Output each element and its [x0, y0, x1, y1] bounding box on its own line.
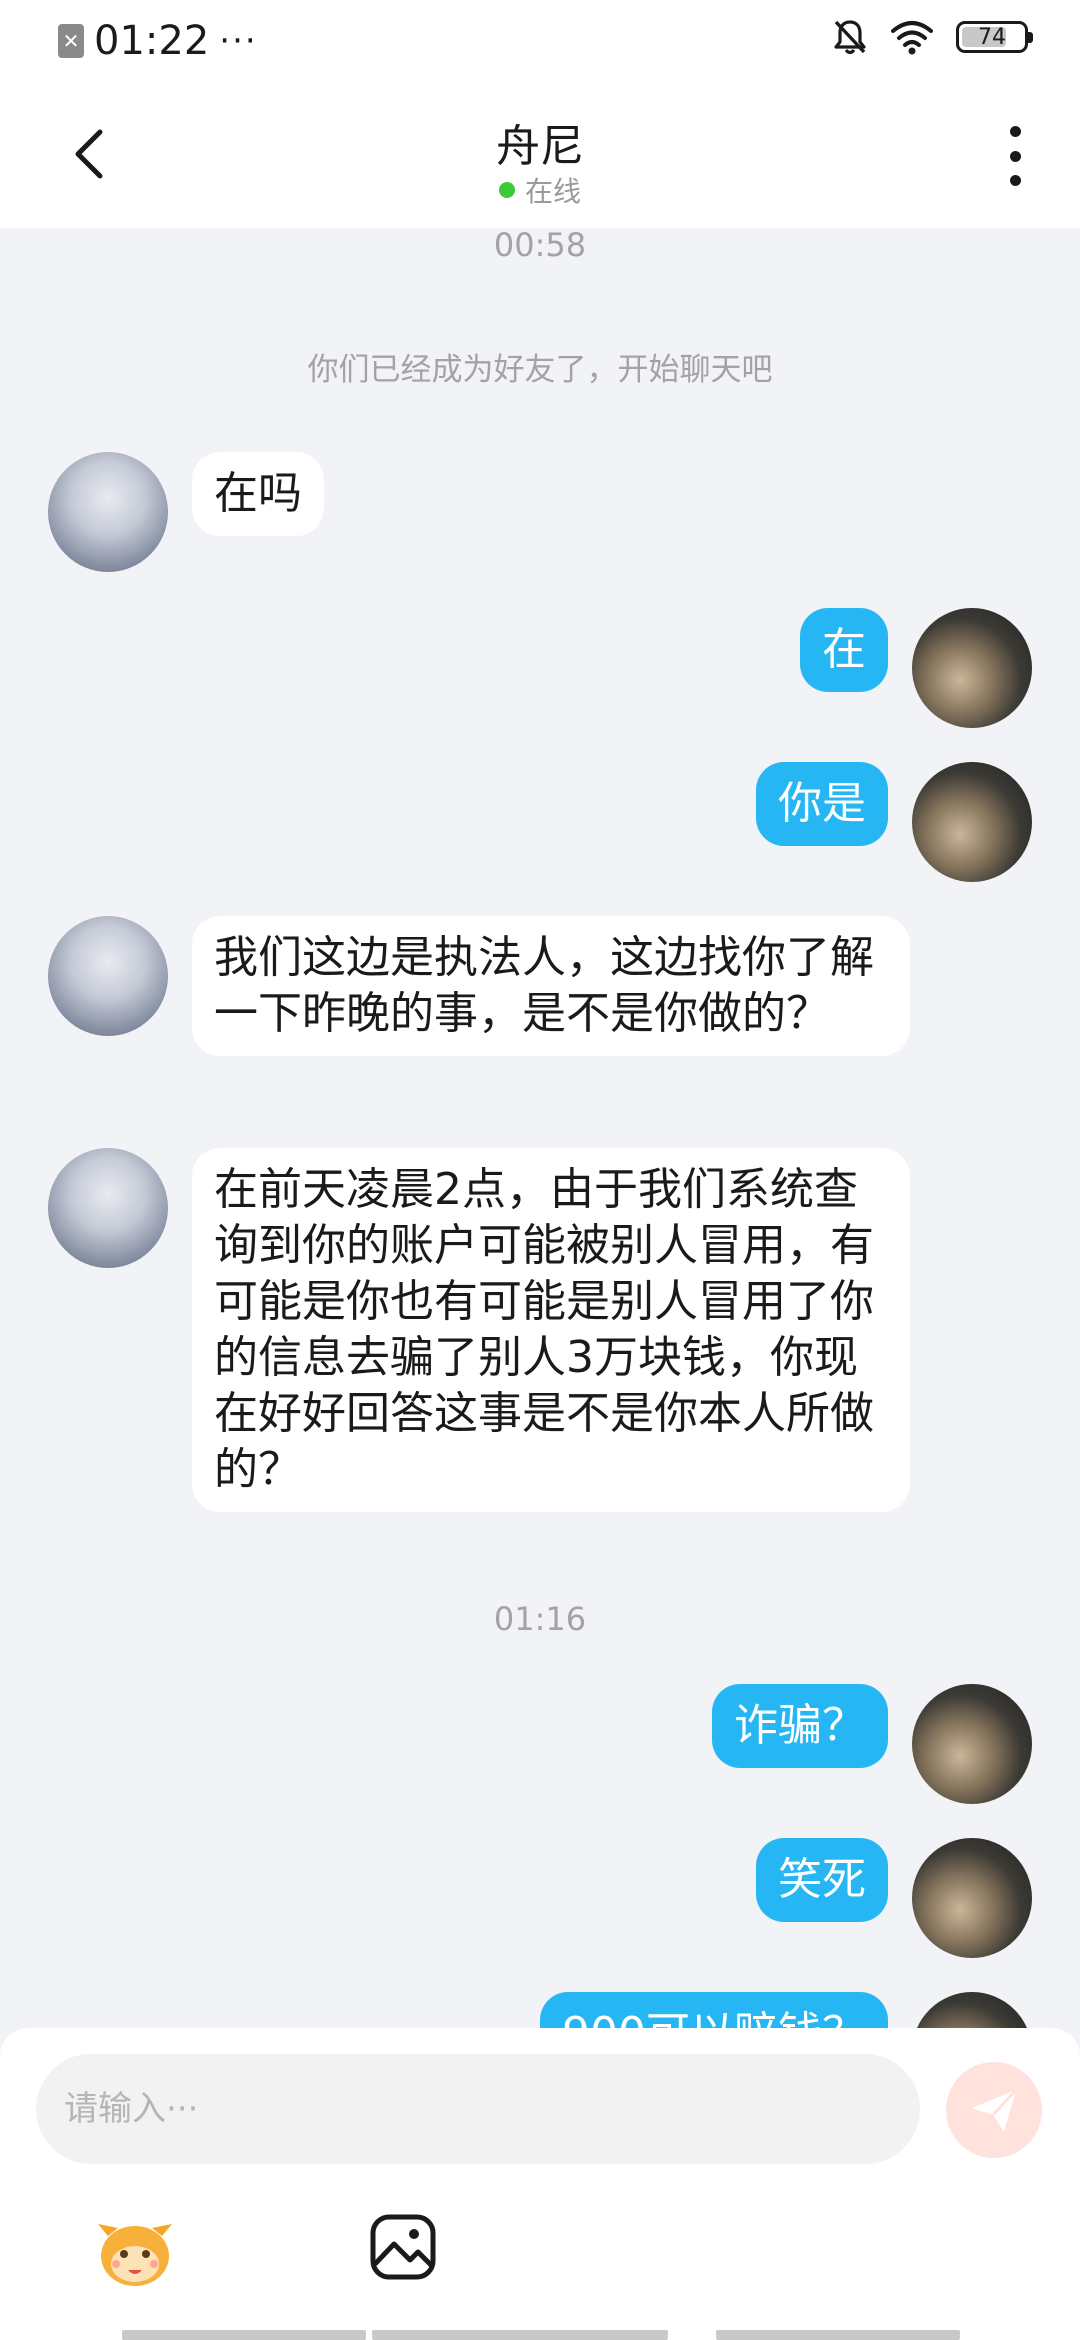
status-more-indicator: ··· — [219, 21, 258, 61]
my-avatar[interactable] — [912, 1838, 1032, 1958]
system-message: 你们已经成为好友了，开始聊天吧 — [307, 352, 773, 388]
send-button[interactable] — [946, 2062, 1042, 2158]
time-separator: 01:16 — [493, 1600, 587, 1638]
incoming-message-bubble[interactable]: 在吗 — [192, 452, 324, 536]
time-separator: 00:58 — [493, 228, 587, 264]
emoji-button[interactable] — [92, 2208, 178, 2294]
contact-name: 舟尼 — [496, 121, 584, 172]
tab-indicator — [122, 2330, 366, 2340]
online-status-text: 在线 — [524, 175, 581, 208]
chat-message-list[interactable]: 00:58 你们已经成为好友了，开始聊天吧 在吗 在 你是 我们这边是执法人，这… — [0, 228, 1080, 2028]
message-input[interactable] — [36, 2054, 920, 2164]
wifi-icon — [891, 21, 933, 55]
battery-level: 74 — [978, 24, 1006, 50]
outgoing-message-bubble[interactable]: 诈骗？ — [712, 1684, 888, 1768]
my-avatar[interactable] — [912, 608, 1032, 728]
status-time: 01:22 — [94, 18, 210, 64]
outgoing-message-bubble[interactable]: 900可以赔钱？ — [540, 1992, 888, 2028]
contact-avatar[interactable] — [48, 1148, 168, 1268]
sim-card-icon: ✕ — [58, 24, 84, 58]
more-vertical-icon-dot — [1009, 126, 1021, 137]
status-bar: ✕ 01:22 ··· 74 — [0, 0, 1080, 84]
message-input-container — [36, 2054, 920, 2164]
incoming-message-bubble[interactable]: 我们这边是执法人，这边找你了解一下昨晚的事，是不是你做的？ — [192, 916, 910, 1056]
battery-icon: 74 — [956, 21, 1033, 53]
send-icon — [972, 2088, 1018, 2132]
my-avatar[interactable] — [912, 1684, 1032, 1804]
contact-avatar[interactable] — [48, 916, 168, 1036]
more-vertical-icon-dot — [1009, 175, 1021, 186]
chat-header: 舟尼 在线 — [0, 84, 1080, 228]
my-avatar[interactable] — [912, 1992, 1032, 2028]
image-button[interactable] — [370, 2214, 436, 2280]
outgoing-message-bubble[interactable]: 你是 — [756, 762, 888, 846]
online-dot-icon — [498, 182, 515, 198]
outgoing-message-bubble[interactable]: 笑死 — [756, 1838, 888, 1922]
outgoing-message-bubble[interactable]: 在 — [800, 608, 888, 692]
tab-indicator — [716, 2330, 960, 2340]
more-options-button[interactable] — [1000, 126, 1030, 186]
emoji-icon — [98, 2224, 172, 2286]
mute-bell-icon — [834, 20, 866, 55]
input-panel — [0, 2028, 1080, 2340]
contact-avatar[interactable] — [48, 452, 168, 572]
my-avatar[interactable] — [912, 762, 1032, 882]
status-right: 74 — [832, 18, 1033, 56]
image-icon — [370, 2214, 436, 2280]
more-vertical-icon-dot — [1009, 150, 1021, 162]
tab-indicator — [372, 2330, 668, 2340]
status-left: ✕ 01:22 ··· — [58, 18, 258, 64]
online-status: 在线 — [0, 170, 1080, 210]
incoming-message-bubble[interactable]: 在前天凌晨2点，由于我们系统查询到你的账户可能被别人冒用，有可能是你也有可能是别… — [192, 1148, 910, 1512]
